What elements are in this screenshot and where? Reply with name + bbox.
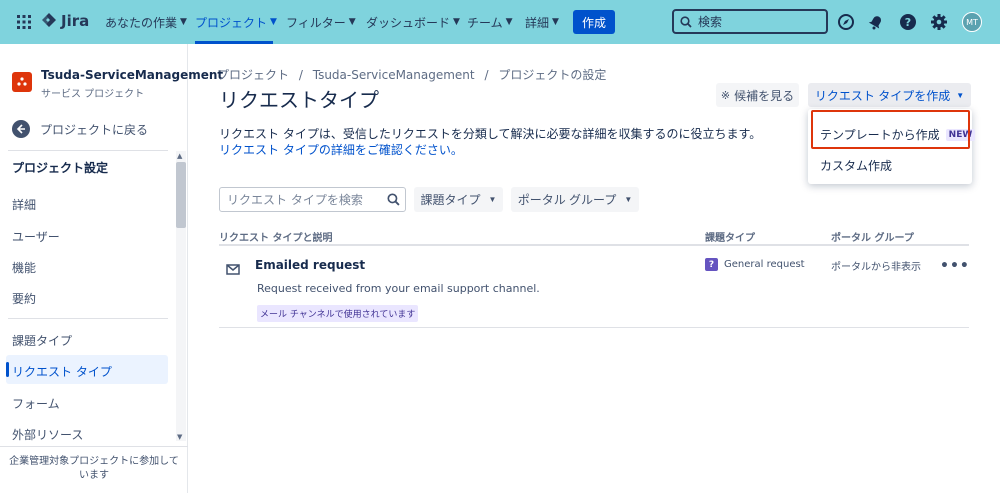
project-name: Tsuda-ServiceManagement	[41, 68, 224, 82]
nav-more[interactable]: 詳細 ▼	[525, 0, 559, 44]
mail-icon	[226, 260, 240, 279]
sidebar-item-summary[interactable]: 要約	[12, 290, 36, 307]
search-icon	[387, 193, 400, 209]
back-label: プロジェクトに戻る	[40, 122, 149, 137]
active-item-indicator	[6, 362, 9, 377]
jira-logo-icon	[42, 13, 56, 27]
search-placeholder: 検索	[698, 15, 723, 29]
create-button[interactable]: 作成	[573, 10, 615, 34]
portal-group-cell: ポータルから非表示	[831, 262, 921, 273]
help-icon[interactable]: ?	[898, 12, 918, 32]
request-type-search-input[interactable]: リクエスト タイプを検索	[219, 187, 406, 212]
column-header-request-type: リクエスト タイプと説明	[219, 233, 333, 244]
notification-icon[interactable]	[866, 12, 886, 32]
svg-text:?: ?	[905, 16, 911, 29]
create-type-label: リクエスト タイプを作成	[814, 88, 951, 103]
breadcrumb-separator: /	[298, 68, 303, 82]
sidebar-item-forms[interactable]: フォーム	[12, 395, 60, 412]
chevron-down-icon: ▼	[624, 195, 633, 204]
learn-more-link[interactable]: リクエスト タイプの詳細をご確認ください。	[219, 142, 761, 158]
sidebar-item-features[interactable]: 機能	[12, 259, 36, 276]
page-description: リクエスト タイプは、受信したリクエストを分類して解決に必要な詳細を収集するのに…	[219, 126, 761, 158]
nav-dashboards[interactable]: ダッシュボード ▼	[366, 0, 460, 44]
breadcrumb-projects[interactable]: プロジェクト	[217, 68, 289, 82]
project-avatar-icon	[12, 72, 32, 92]
app-switcher-icon[interactable]	[16, 14, 32, 30]
chevron-down-icon: ▼	[270, 17, 277, 27]
nav-projects[interactable]: プロジェクト ▼	[195, 0, 277, 44]
section-title: プロジェクト設定	[12, 161, 109, 175]
menu-label: カスタム作成	[820, 159, 893, 173]
page-title: リクエストタイプ	[219, 88, 379, 112]
breadcrumb-settings[interactable]: プロジェクトの設定	[498, 68, 606, 82]
nav-label: チーム	[467, 15, 503, 30]
issue-type-filter[interactable]: 課題タイプ ▼	[414, 187, 503, 212]
nav-label: ダッシュボード	[366, 15, 451, 30]
chevron-down-icon: ▼	[552, 17, 559, 27]
scroll-up-icon[interactable]: ▲	[177, 152, 182, 160]
create-request-type-button[interactable]: リクエスト タイプを作成 ▼	[808, 83, 971, 107]
sidebar-scroll-thumb[interactable]	[176, 162, 186, 228]
nav-label: フィルター	[286, 15, 346, 30]
nav-teams[interactable]: チーム ▼	[467, 0, 513, 44]
table-header-divider	[219, 244, 969, 246]
highlight-annotation	[811, 110, 970, 149]
top-navigation: Jira あなたの作業 ▼ プロジェクト ▼ フィルター ▼ ダッシュボード ▼…	[0, 0, 1000, 44]
breadcrumb: プロジェクト / Tsuda-ServiceManagement / プロジェク…	[217, 66, 612, 83]
nav-label: あなたの作業	[105, 15, 178, 30]
nav-active-indicator	[195, 41, 273, 44]
project-sidebar: Tsuda-ServiceManagement サービス プロジェクト プロジェ…	[0, 44, 223, 493]
question-icon: ?	[705, 258, 718, 271]
breadcrumb-separator: /	[484, 68, 489, 82]
chevron-down-icon: ▼	[348, 17, 356, 27]
nav-your-work[interactable]: あなたの作業 ▼	[105, 0, 187, 44]
chevron-down-icon: ▼	[488, 195, 497, 204]
request-type-name[interactable]: Emailed request	[255, 258, 365, 272]
nav-filters[interactable]: フィルター ▼	[286, 0, 356, 44]
search-icon	[680, 15, 692, 28]
search-placeholder: リクエスト タイプを検索	[227, 193, 363, 207]
column-header-portal-group: ポータル グループ	[831, 233, 914, 244]
filter-label: 課題タイプ	[420, 193, 481, 207]
issue-type-label: General request	[724, 259, 805, 270]
logo-text: Jira	[61, 12, 90, 30]
chevron-down-icon: ▼	[505, 17, 513, 27]
email-channel-lozenge: メール チャンネルで使用されています	[257, 305, 419, 322]
sidebar-item-request-types[interactable]: リクエスト タイプ	[12, 363, 112, 380]
company-managed-notice: 企業管理対象プロジェクトに参加しています	[0, 446, 188, 491]
jira-logo[interactable]: Jira	[41, 12, 89, 30]
sparkle-icon: ※	[720, 89, 731, 102]
portal-group-filter[interactable]: ポータル グループ ▼	[511, 187, 639, 212]
suggestions-button[interactable]: ※ 候補を見る	[716, 83, 799, 107]
suggest-label: 候補を見る	[734, 88, 795, 103]
menu-item-custom[interactable]: カスタム作成	[820, 157, 892, 174]
back-to-project-link[interactable]: プロジェクトに戻る	[12, 120, 148, 138]
global-search-input[interactable]: 検索	[672, 9, 828, 34]
chevron-down-icon: ▼	[180, 17, 187, 27]
filter-label: ポータル グループ	[517, 193, 617, 207]
nav-label: プロジェクト	[195, 15, 268, 30]
compass-icon[interactable]	[836, 12, 856, 32]
arrow-left-icon	[12, 120, 30, 138]
more-actions-icon[interactable]: •••	[940, 258, 970, 274]
breadcrumb-project[interactable]: Tsuda-ServiceManagement	[313, 68, 475, 82]
chevron-down-icon: ▼	[453, 17, 460, 27]
sidebar-divider	[8, 150, 168, 151]
sidebar-item-external-resources[interactable]: 外部リソース	[12, 426, 83, 443]
nav-label: 詳細	[525, 15, 550, 30]
description-text: リクエスト タイプは、受信したリクエストを分類して解決に必要な詳細を収集するのに…	[219, 127, 762, 141]
project-type: サービス プロジェクト	[41, 89, 145, 100]
settings-gear-icon[interactable]	[929, 12, 949, 32]
issue-type-cell: ? General request	[705, 258, 805, 271]
scroll-down-icon[interactable]: ▼	[177, 433, 182, 441]
chevron-down-icon: ▼	[956, 90, 965, 100]
sidebar-item-details[interactable]: 詳細	[12, 196, 36, 213]
user-avatar[interactable]: MT	[962, 12, 982, 32]
sidebar-item-users[interactable]: ユーザー	[12, 228, 60, 245]
column-header-issue-type: 課題タイプ	[705, 233, 755, 244]
sidebar-divider	[8, 318, 168, 319]
table-row-divider	[219, 327, 969, 328]
sidebar-item-issue-types[interactable]: 課題タイプ	[12, 332, 72, 349]
request-type-description: Request received from your email support…	[257, 282, 540, 295]
